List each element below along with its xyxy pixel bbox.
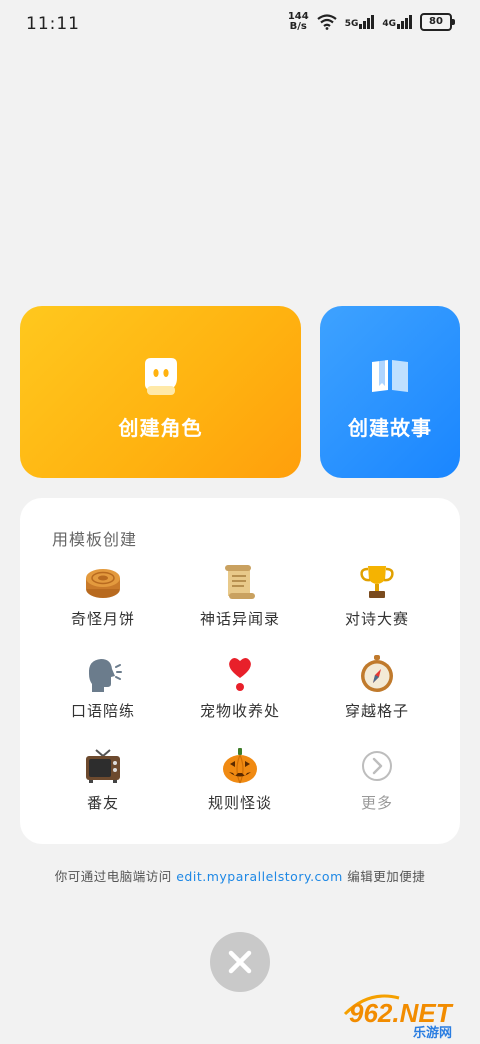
- network-speed-unit: B/s: [289, 21, 307, 32]
- create-character-button[interactable]: 创建角色: [20, 306, 301, 478]
- character-icon: [144, 358, 177, 395]
- hint-prefix: 你可通过电脑端访问: [54, 869, 172, 884]
- close-icon: [228, 950, 252, 974]
- template-item-myth-records[interactable]: 神话异闻录: [167, 562, 313, 642]
- template-label: 更多: [360, 794, 393, 812]
- site-watermark: 962.NET 乐游网: [339, 988, 474, 1041]
- jack-o-lantern-icon: [223, 748, 257, 784]
- trophy-icon: [360, 566, 394, 598]
- network-speed: 144 B/s: [288, 12, 309, 32]
- hint-suffix: 编辑更加便捷: [347, 869, 426, 884]
- watermark-logo: 962.NET 乐游网: [343, 994, 454, 1041]
- scroll-icon: [225, 565, 255, 599]
- template-item-anime-friend[interactable]: 番友: [30, 746, 176, 826]
- template-label: 对诗大赛: [344, 610, 409, 628]
- template-item-pet-adoption[interactable]: 宠物收养处: [167, 654, 313, 734]
- edit-site-link[interactable]: edit.myparallelstory.com: [176, 869, 343, 884]
- wifi-icon: [317, 14, 337, 30]
- template-label: 番友: [86, 794, 119, 812]
- desktop-edit-hint: 你可通过电脑端访问 edit.myparallelstory.com 编辑更加便…: [0, 866, 480, 885]
- template-item-more[interactable]: 更多: [304, 746, 450, 826]
- speaking-head-icon: [88, 659, 122, 692]
- sim2-signal-icon: 4G: [382, 15, 412, 29]
- watermark-brand: 962.NET: [349, 998, 454, 1028]
- sim2-label: 4G: [382, 19, 396, 29]
- template-item-rule-horror[interactable]: 规则怪谈: [167, 746, 313, 826]
- create-story-label: 创建故事: [348, 416, 432, 440]
- template-label: 规则怪谈: [207, 794, 272, 812]
- status-bar: 11:11 144 B/s 5G 4G 80: [0, 0, 480, 46]
- create-story-button[interactable]: 创建故事: [320, 306, 460, 478]
- book-icon: [372, 360, 408, 392]
- chevron-right-icon: [362, 751, 392, 781]
- heart-exclamation-icon: [229, 658, 251, 691]
- battery-icon: 80: [420, 13, 455, 31]
- template-item-mooncake[interactable]: 奇怪月饼: [30, 562, 176, 642]
- create-character-label: 创建角色: [118, 416, 203, 440]
- close-button[interactable]: [210, 932, 270, 992]
- template-item-travel-grid[interactable]: 穿越格子: [304, 654, 450, 734]
- template-label: 神话异闻录: [199, 610, 280, 628]
- sim1-signal-icon: 5G: [345, 15, 375, 29]
- template-panel-title: 用模板创建: [52, 530, 138, 549]
- mooncake-icon: [86, 569, 120, 598]
- sim1-label: 5G: [344, 19, 359, 29]
- watermark-sub: 乐游网: [413, 1025, 452, 1040]
- template-label: 口语陪练: [70, 702, 135, 720]
- status-time: 11:11: [26, 14, 80, 34]
- compass-icon: [361, 655, 393, 692]
- template-panel: 用模板创建 奇怪月饼 神话异闻录 对诗大赛 口语陪练 宠物收养处 穿越格子 番友…: [20, 498, 460, 844]
- template-item-speaking-practice[interactable]: 口语陪练: [30, 654, 176, 734]
- tv-icon: [86, 749, 120, 783]
- template-label: 奇怪月饼: [70, 610, 135, 628]
- template-item-poetry-contest[interactable]: 对诗大赛: [304, 562, 450, 642]
- template-label: 宠物收养处: [199, 702, 280, 720]
- status-icons: 144 B/s 5G 4G 80: [288, 12, 455, 32]
- template-label: 穿越格子: [344, 702, 409, 720]
